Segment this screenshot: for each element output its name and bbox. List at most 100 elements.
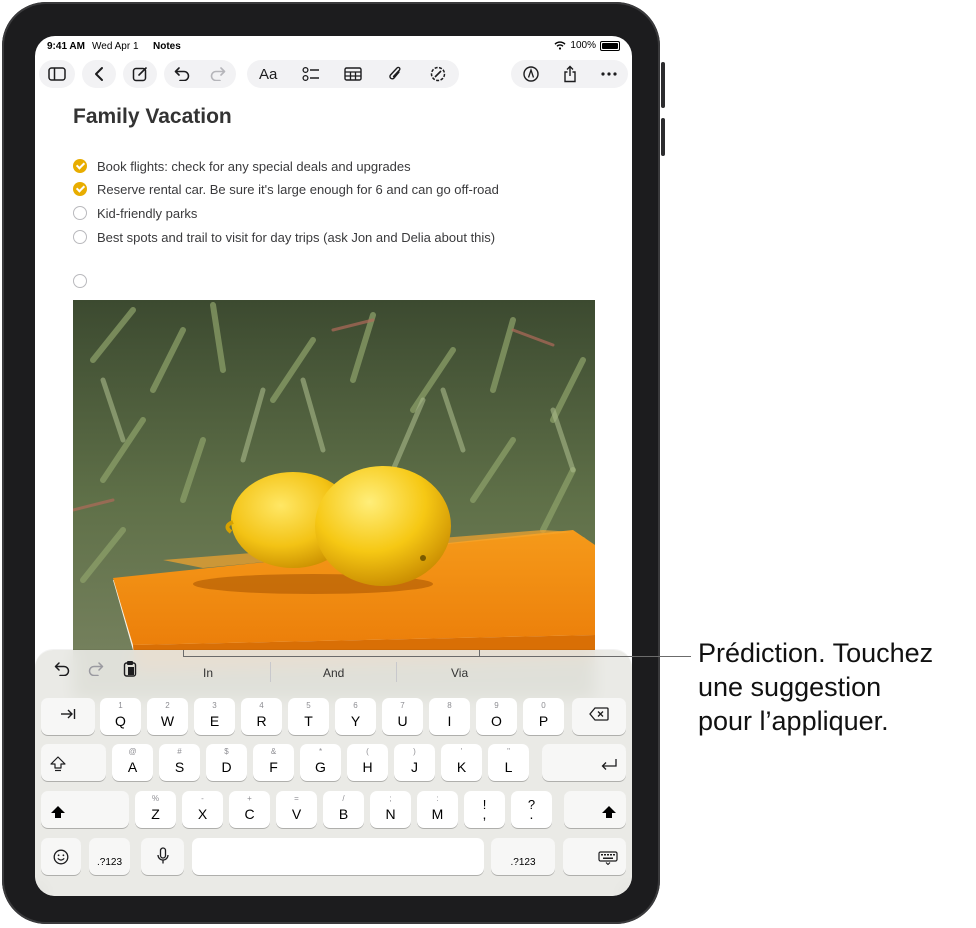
key-b[interactable]: / B	[323, 791, 364, 828]
dismiss-keyboard-key[interactable]	[563, 838, 626, 875]
prediction-in[interactable]: In	[203, 666, 213, 680]
key-sub: &	[270, 747, 277, 756]
checklist-item[interactable]: Book flights: check for any special deal…	[73, 156, 411, 176]
key-s[interactable]: # S	[159, 744, 200, 781]
checklist-text: Reserve rental car. Be sure it's large e…	[97, 181, 499, 197]
key-p[interactable]: 0P	[523, 698, 564, 735]
kb-undo-icon[interactable]	[54, 662, 70, 681]
note-title[interactable]: Family Vacation	[73, 105, 232, 129]
redo-icon[interactable]	[204, 60, 232, 88]
caps-lock-key[interactable]	[41, 744, 106, 781]
key-main: F	[269, 759, 278, 775]
kb-redo-icon[interactable]	[88, 662, 104, 681]
prediction-and[interactable]: And	[323, 666, 344, 680]
prediction-divider	[270, 662, 271, 682]
attachment-icon[interactable]	[381, 60, 409, 88]
key-sub: -	[201, 794, 204, 803]
key-main: S	[174, 759, 185, 775]
key-main: R	[256, 713, 267, 729]
key-r[interactable]: 4R	[241, 698, 282, 735]
share-icon[interactable]	[556, 60, 584, 88]
key-main: E	[209, 713, 220, 729]
status-date: Wed Apr 1	[92, 41, 139, 52]
lemons-photo[interactable]	[73, 300, 595, 700]
key-f[interactable]: & F	[253, 744, 294, 781]
key-m[interactable]: :M	[417, 791, 458, 828]
key-l[interactable]: " L	[488, 744, 529, 781]
key-z[interactable]: % Z	[135, 791, 176, 828]
table-icon[interactable]	[339, 60, 367, 88]
checklist-text: Book flights: check for any special deal…	[97, 158, 411, 174]
key-sub: #	[177, 747, 182, 756]
key-j[interactable]: ) J	[394, 744, 435, 781]
markup-icon[interactable]	[424, 60, 452, 88]
numbers-key-right[interactable]: .?123	[491, 838, 555, 875]
key-sub: "	[507, 747, 510, 756]
key-sub: :	[436, 794, 439, 803]
prediction-via[interactable]: Via	[451, 666, 468, 680]
checklist-item[interactable]: Kid-friendly parks	[73, 203, 197, 223]
key-main: K	[456, 759, 467, 775]
more-icon[interactable]	[595, 60, 623, 88]
undo-icon[interactable]	[168, 60, 196, 88]
dictation-key[interactable]	[141, 838, 184, 875]
return-key[interactable]	[542, 744, 626, 781]
key-e[interactable]: 3E	[194, 698, 235, 735]
checklist-icon[interactable]	[297, 60, 325, 88]
key-sub: 8	[447, 701, 452, 710]
shift-key-right[interactable]	[564, 791, 626, 828]
key-comma[interactable]: !,	[464, 791, 505, 828]
delete-key[interactable]	[572, 698, 626, 735]
key-k[interactable]: ' K	[441, 744, 482, 781]
key-main: Y	[350, 713, 361, 729]
checklist-item-empty[interactable]	[73, 271, 97, 291]
key-x[interactable]: -X	[182, 791, 223, 828]
sidebar-icon[interactable]	[43, 60, 71, 88]
status-app: Notes	[153, 41, 181, 52]
key-y[interactable]: 6Y	[335, 698, 376, 735]
checklist-item[interactable]: Best spots and trail to visit for day tr…	[73, 227, 495, 247]
key-main: P	[538, 713, 549, 729]
key-d[interactable]: $ D	[206, 744, 247, 781]
unchecked-circle-icon[interactable]	[73, 230, 87, 244]
status-right: 100%	[554, 40, 620, 51]
key-q[interactable]: 1Q	[100, 698, 141, 735]
format-icon[interactable]: Aa	[254, 60, 282, 88]
key-sub: 7	[400, 701, 405, 710]
key-sub: =	[294, 794, 299, 803]
key-sub: 0	[541, 701, 546, 710]
key-main: Z	[151, 806, 160, 822]
key-t[interactable]: 5T	[288, 698, 329, 735]
kb-paste-icon[interactable]	[123, 660, 137, 683]
tab-key[interactable]	[41, 698, 95, 735]
pen-icon[interactable]	[517, 60, 545, 88]
compose-icon[interactable]	[126, 60, 154, 88]
emoji-key[interactable]	[41, 838, 81, 875]
checked-circle-icon[interactable]	[73, 182, 87, 196]
return-icon	[600, 758, 618, 776]
key-a[interactable]: @ A	[112, 744, 153, 781]
shift-key-left[interactable]	[41, 791, 129, 828]
key-g[interactable]: * G	[300, 744, 341, 781]
key-n[interactable]: ; N	[370, 791, 411, 828]
checklist-item[interactable]: Reserve rental car. Be sure it's large e…	[73, 179, 499, 199]
numbers-key-left[interactable]: .?123	[89, 838, 130, 875]
key-main: G	[315, 759, 326, 775]
key-c[interactable]: + C	[229, 791, 270, 828]
key-v[interactable]: = V	[276, 791, 317, 828]
key-i[interactable]: 8I	[429, 698, 470, 735]
key-h[interactable]: (H	[347, 744, 388, 781]
key-main: B	[338, 806, 349, 822]
key-u[interactable]: 7U	[382, 698, 423, 735]
key-period[interactable]: ?.	[511, 791, 552, 828]
key-main: L	[504, 759, 513, 775]
key-o[interactable]: 9O	[476, 698, 517, 735]
key-sub: 5	[306, 701, 311, 710]
battery-icon	[600, 40, 620, 51]
unchecked-circle-icon[interactable]	[73, 206, 87, 220]
back-icon[interactable]	[85, 60, 113, 88]
space-bar[interactable]	[192, 838, 484, 875]
key-w[interactable]: 2W	[147, 698, 188, 735]
unchecked-circle-icon[interactable]	[73, 274, 87, 288]
checked-circle-icon[interactable]	[73, 159, 87, 173]
